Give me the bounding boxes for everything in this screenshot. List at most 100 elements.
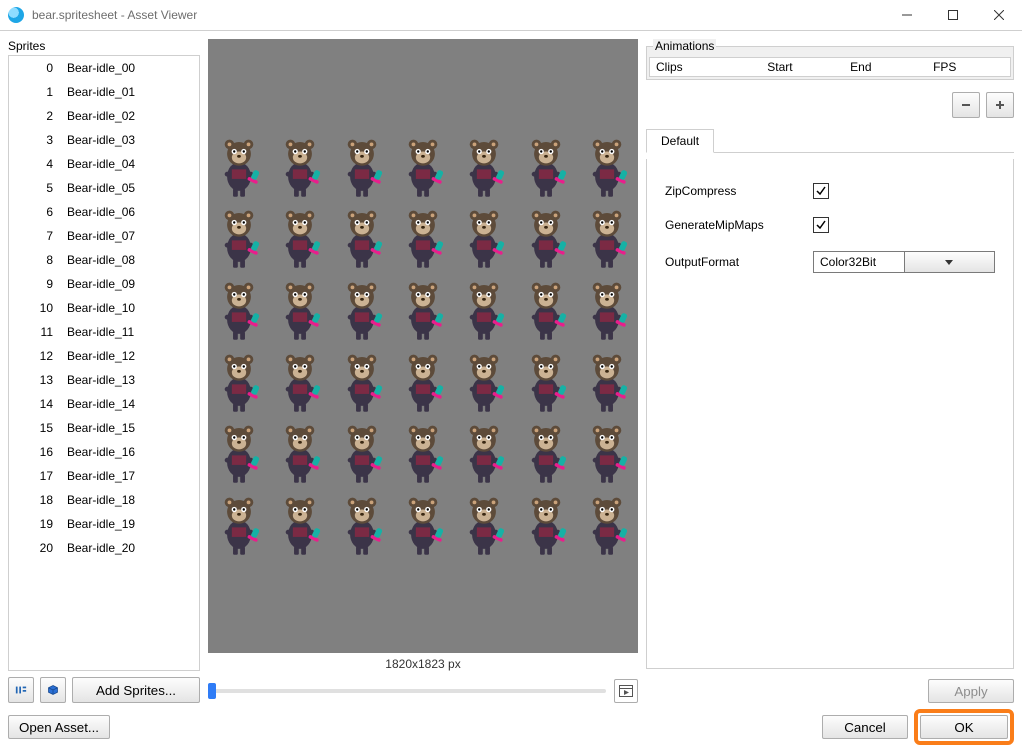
list-item[interactable]: 20Bear-idle_20 xyxy=(9,536,199,560)
animations-col-clips: Clips xyxy=(650,58,761,76)
outputformat-value: Color32Bit xyxy=(814,255,904,269)
list-item[interactable]: 4Bear-idle_04 xyxy=(9,152,199,176)
sprite-cell[interactable] xyxy=(331,418,392,490)
preview-playback-button[interactable] xyxy=(614,679,638,703)
sprite-name: Bear-idle_08 xyxy=(67,253,195,267)
add-sprites-button[interactable]: Add Sprites... xyxy=(72,677,200,703)
sprite-cell[interactable] xyxy=(208,418,269,490)
cancel-button[interactable]: Cancel xyxy=(822,715,908,739)
sprite-name: Bear-idle_06 xyxy=(67,205,195,219)
sprite-cell[interactable] xyxy=(392,131,453,203)
sprite-cell[interactable] xyxy=(454,346,515,418)
sprite-cell[interactable] xyxy=(515,131,576,203)
sprite-cell[interactable] xyxy=(269,131,330,203)
list-item[interactable]: 10Bear-idle_10 xyxy=(9,296,199,320)
list-item[interactable]: 8Bear-idle_08 xyxy=(9,248,199,272)
sprite-cell[interactable] xyxy=(577,418,638,490)
sprite-cell[interactable] xyxy=(577,274,638,346)
generatemipmaps-checkbox[interactable] xyxy=(813,217,829,233)
list-item[interactable]: 9Bear-idle_09 xyxy=(9,272,199,296)
sprite-cell[interactable] xyxy=(515,489,576,561)
sprite-cell[interactable] xyxy=(392,274,453,346)
sprite-cell[interactable] xyxy=(454,418,515,490)
list-item[interactable]: 16Bear-idle_16 xyxy=(9,440,199,464)
sprite-cell[interactable] xyxy=(269,418,330,490)
zipcompress-checkbox[interactable] xyxy=(813,183,829,199)
sprite-index: 16 xyxy=(9,445,67,459)
close-button[interactable] xyxy=(976,0,1022,30)
add-animation-button[interactable] xyxy=(986,92,1014,118)
sprite-cell[interactable] xyxy=(515,346,576,418)
app-icon xyxy=(8,7,24,23)
list-item[interactable]: 0Bear-idle_00 xyxy=(9,56,199,80)
minimize-button[interactable] xyxy=(884,0,930,30)
zoom-thumb[interactable] xyxy=(208,683,216,699)
sprite-cell[interactable] xyxy=(269,489,330,561)
list-item[interactable]: 6Bear-idle_06 xyxy=(9,200,199,224)
list-item[interactable]: 17Bear-idle_17 xyxy=(9,464,199,488)
sprite-name: Bear-idle_15 xyxy=(67,421,195,435)
sprite-list[interactable]: 0Bear-idle_001Bear-idle_012Bear-idle_023… xyxy=(9,56,199,670)
sprite-cell[interactable] xyxy=(454,489,515,561)
sprite-cell[interactable] xyxy=(515,418,576,490)
list-item[interactable]: 18Bear-idle_18 xyxy=(9,488,199,512)
sprite-cell[interactable] xyxy=(515,274,576,346)
sprite-index: 8 xyxy=(9,253,67,267)
cube-tool-button[interactable] xyxy=(40,677,66,703)
sprite-cell[interactable] xyxy=(454,131,515,203)
list-item[interactable]: 2Bear-idle_02 xyxy=(9,104,199,128)
sprite-cell[interactable] xyxy=(454,203,515,275)
arrange-tool-button[interactable] xyxy=(8,677,34,703)
list-item[interactable]: 1Bear-idle_01 xyxy=(9,80,199,104)
sprite-index: 14 xyxy=(9,397,67,411)
open-asset-button[interactable]: Open Asset... xyxy=(8,715,110,739)
sprite-cell[interactable] xyxy=(331,489,392,561)
remove-animation-button[interactable] xyxy=(952,92,980,118)
sprite-cell[interactable] xyxy=(331,274,392,346)
maximize-button[interactable] xyxy=(930,0,976,30)
list-item[interactable]: 5Bear-idle_05 xyxy=(9,176,199,200)
list-item[interactable]: 14Bear-idle_14 xyxy=(9,392,199,416)
list-item[interactable]: 3Bear-idle_03 xyxy=(9,128,199,152)
sprite-name: Bear-idle_12 xyxy=(67,349,195,363)
sprite-name: Bear-idle_05 xyxy=(67,181,195,195)
sprite-index: 10 xyxy=(9,301,67,315)
sprite-cell[interactable] xyxy=(392,346,453,418)
sprite-name: Bear-idle_19 xyxy=(67,517,195,531)
sprite-cell[interactable] xyxy=(577,346,638,418)
list-item[interactable]: 13Bear-idle_13 xyxy=(9,368,199,392)
zoom-slider[interactable] xyxy=(208,689,606,693)
sprite-cell[interactable] xyxy=(208,489,269,561)
list-item[interactable]: 15Bear-idle_15 xyxy=(9,416,199,440)
sprite-cell[interactable] xyxy=(208,131,269,203)
apply-button[interactable]: Apply xyxy=(928,679,1014,703)
list-item[interactable]: 19Bear-idle_19 xyxy=(9,512,199,536)
sprite-cell[interactable] xyxy=(269,346,330,418)
sprite-cell[interactable] xyxy=(331,346,392,418)
sprite-cell[interactable] xyxy=(392,489,453,561)
sprite-cell[interactable] xyxy=(208,346,269,418)
ok-button[interactable]: OK xyxy=(920,715,1008,739)
list-item[interactable]: 7Bear-idle_07 xyxy=(9,224,199,248)
list-item[interactable]: 11Bear-idle_11 xyxy=(9,320,199,344)
sprite-cell[interactable] xyxy=(454,274,515,346)
sprite-name: Bear-idle_20 xyxy=(67,541,195,555)
animations-col-start: Start xyxy=(761,58,844,76)
sprite-cell[interactable] xyxy=(331,203,392,275)
sprite-cell[interactable] xyxy=(208,203,269,275)
list-item[interactable]: 12Bear-idle_12 xyxy=(9,344,199,368)
outputformat-combo[interactable]: Color32Bit xyxy=(813,251,995,273)
sprite-cell[interactable] xyxy=(577,131,638,203)
tab-default[interactable]: Default xyxy=(646,129,714,153)
sprite-cell[interactable] xyxy=(515,203,576,275)
sprite-cell[interactable] xyxy=(331,131,392,203)
sprite-name: Bear-idle_16 xyxy=(67,445,195,459)
spritesheet-preview[interactable] xyxy=(208,39,638,653)
sprite-cell[interactable] xyxy=(208,274,269,346)
sprite-cell[interactable] xyxy=(392,203,453,275)
sprite-cell[interactable] xyxy=(269,203,330,275)
sprite-cell[interactable] xyxy=(269,274,330,346)
sprite-cell[interactable] xyxy=(577,489,638,561)
sprite-cell[interactable] xyxy=(392,418,453,490)
sprite-cell[interactable] xyxy=(577,203,638,275)
